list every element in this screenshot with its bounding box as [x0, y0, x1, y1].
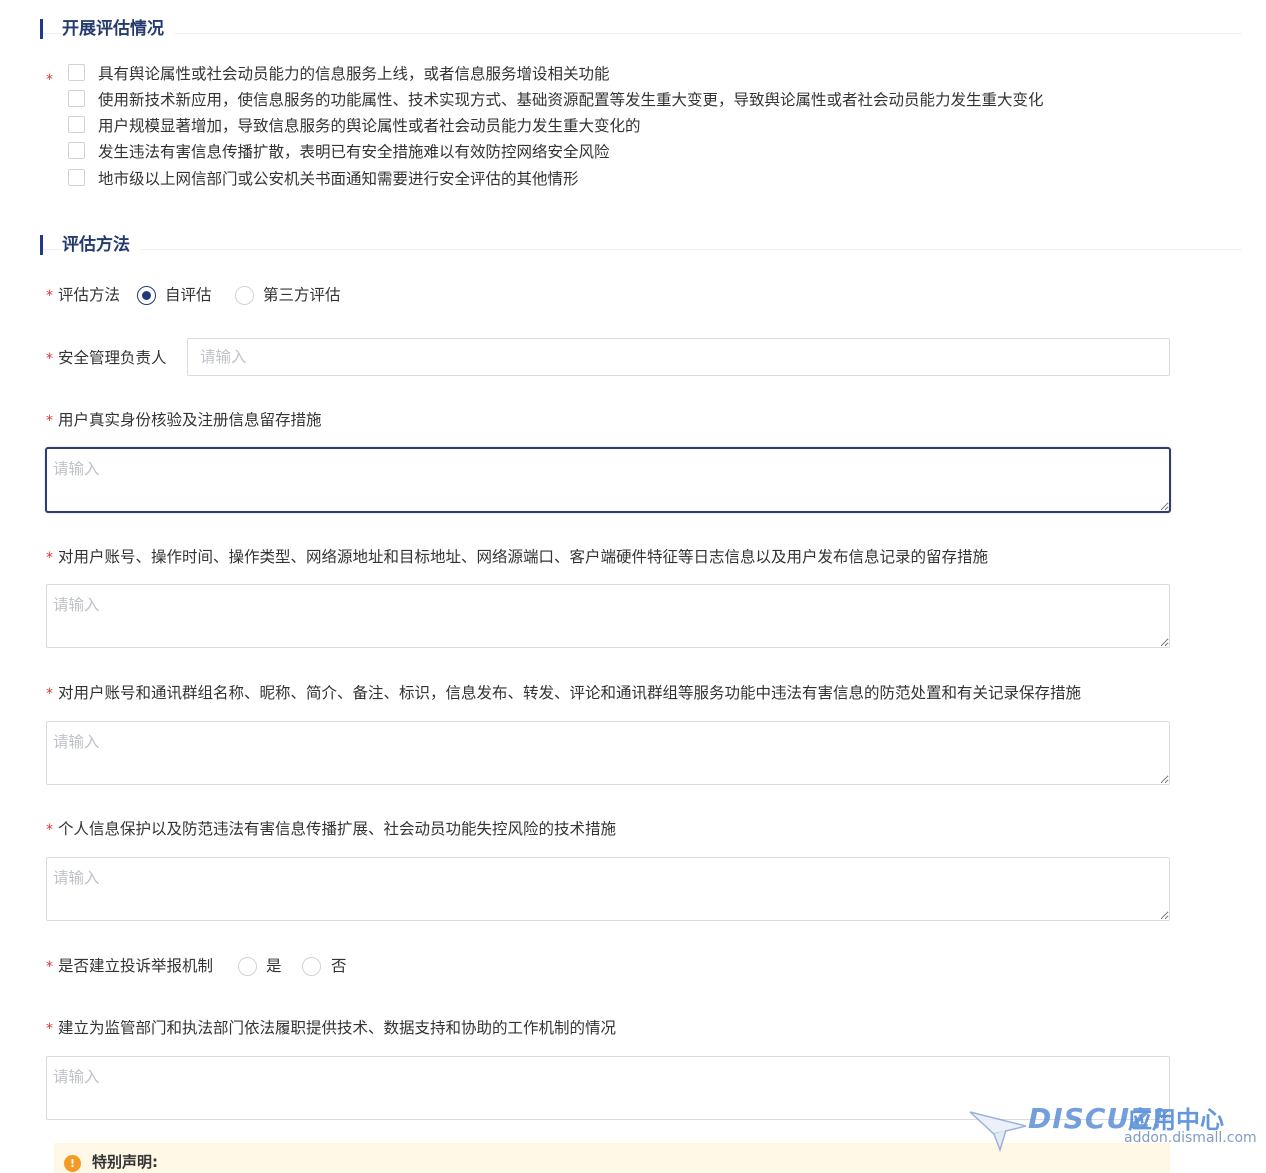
complaint-radio-no[interactable] [302, 957, 321, 976]
required-mark: * [46, 686, 53, 702]
watermark-url: addon.dismall.com [1124, 1130, 1257, 1146]
prevention-label-text: 对用户账号和通讯群组名称、昵称、简介、备注、标识，信息发布、转发、评论和通讯群组… [58, 684, 1082, 702]
section-title-situation: 开展评估情况 [62, 17, 174, 41]
checkbox-label: 用户规模显著增加，导致信息服务的舆论属性或者社会动员能力发生重大变化的 [98, 117, 641, 135]
checkbox[interactable] [68, 142, 85, 159]
section-header-method: 评估方法 [40, 233, 1242, 257]
checkbox[interactable] [68, 64, 85, 81]
complaint-radio-no-label[interactable]: 否 [331, 955, 347, 977]
checkbox-label: 使用新技术新应用，使信息服务的功能属性、技术实现方式、基础资源配置等发生重大变更… [98, 91, 1044, 109]
required-mark: * [46, 413, 53, 429]
log-label-text: 对用户账号、操作时间、操作类型、网络源地址和目标地址、网络源端口、客户端硬件特征… [58, 548, 989, 566]
section-accent-bar [40, 19, 43, 39]
identity-textarea[interactable] [46, 448, 1170, 512]
prevention-label: * 对用户账号和通讯群组名称、昵称、简介、备注、标识，信息发布、转发、评论和通讯群… [46, 682, 1081, 705]
section-accent-bar [40, 235, 43, 255]
method-label-text: 评估方法 [58, 286, 121, 304]
identity-label: * 用户真实身份核验及注册信息留存措施 [46, 409, 322, 432]
required-mark: * [46, 1021, 53, 1037]
mechanism-label-text: 建立为监管部门和执法部门依法履职提供技术、数据支持和协助的工作机制的情况 [58, 1019, 617, 1037]
manager-input[interactable] [187, 338, 1170, 376]
checkbox-label: 地市级以上网信部门或公安机关书面通知需要进行安全评估的其他情形 [98, 170, 579, 188]
method-radio-third-party-label[interactable]: 第三方评估 [263, 284, 341, 306]
required-mark: * [46, 822, 53, 838]
checkbox-label: 具有舆论属性或社会动员能力的信息服务上线，或者信息服务增设相关功能 [98, 65, 610, 83]
method-radio-self-label[interactable]: 自评估 [165, 284, 212, 306]
manager-label-text: 安全管理负责人 [58, 349, 167, 367]
log-label: * 对用户账号、操作时间、操作类型、网络源地址和目标地址、网络源端口、客户端硬件特… [46, 546, 988, 569]
complaint-label: * 是否建立投诉举报机制 [46, 955, 213, 978]
required-mark: * [46, 959, 53, 975]
complaint-label-text: 是否建立投诉举报机制 [58, 957, 214, 975]
log-textarea[interactable] [46, 584, 1170, 648]
tech-label: * 个人信息保护以及防范违法有害信息传播扩展、社会动员功能失控风险的技术措施 [46, 818, 616, 841]
required-mark: * [46, 72, 53, 88]
method-label: * 评估方法 [46, 284, 120, 307]
manager-label: * 安全管理负责人 [46, 347, 167, 370]
tech-textarea[interactable] [46, 857, 1170, 921]
checkbox[interactable] [68, 90, 85, 107]
method-radio-third-party[interactable] [235, 286, 254, 305]
checkbox-label: 发生违法有害信息传播扩散，表明已有安全措施难以有效防控网络安全风险 [98, 143, 610, 161]
paper-plane-icon [969, 1111, 1027, 1153]
identity-label-text: 用户真实身份核验及注册信息留存措施 [58, 411, 322, 429]
method-radio-self[interactable] [137, 286, 156, 305]
complaint-radio-yes-label[interactable]: 是 [266, 955, 282, 977]
checkbox[interactable] [68, 116, 85, 133]
required-mark: * [46, 351, 53, 367]
notice-title: 特别声明: [92, 1153, 158, 1171]
mechanism-label: * 建立为监管部门和执法部门依法履职提供技术、数据支持和协助的工作机制的情况 [46, 1017, 616, 1040]
section-title-method: 评估方法 [62, 233, 140, 257]
watermark: DISCUZ! 应用中心 addon.dismall.com [968, 1096, 1258, 1156]
section-header-situation: 开展评估情况 [40, 17, 1242, 41]
required-mark: * [46, 550, 53, 566]
tech-label-text: 个人信息保护以及防范违法有害信息传播扩展、社会动员功能失控风险的技术措施 [58, 820, 617, 838]
prevention-textarea[interactable] [46, 721, 1170, 785]
complaint-radio-yes[interactable] [238, 957, 257, 976]
required-mark: * [46, 288, 53, 304]
checkbox[interactable] [68, 169, 85, 186]
